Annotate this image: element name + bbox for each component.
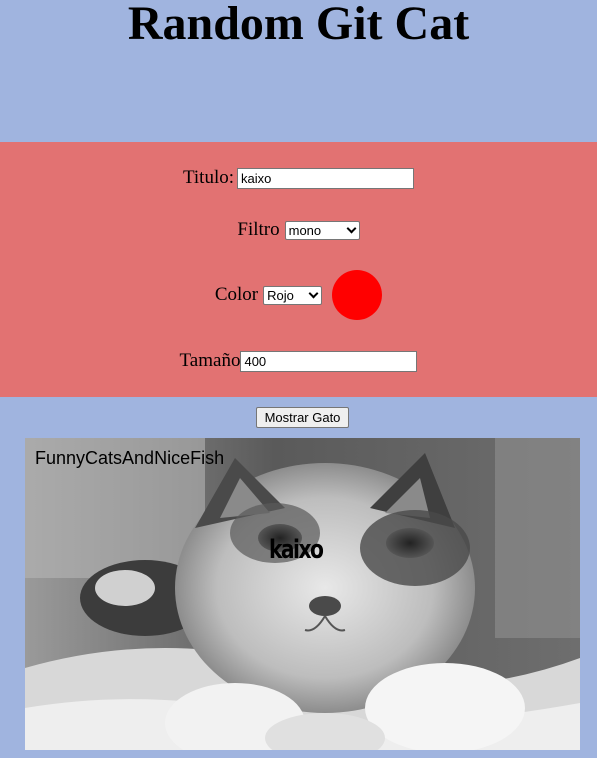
titulo-row: Titulo: kaixo xyxy=(0,167,597,189)
color-selected-value: Rojo xyxy=(267,287,294,303)
settings-panel: Titulo: kaixo Filtro mono Color Rojo Tam… xyxy=(0,142,597,397)
filtro-label: Filtro xyxy=(237,219,280,240)
filtro-select[interactable]: mono xyxy=(284,220,360,240)
chevron-down-icon xyxy=(308,290,318,300)
tamano-label: Tamaño xyxy=(179,350,241,371)
color-row: Color Rojo xyxy=(0,270,597,320)
color-swatch xyxy=(332,270,383,320)
color-label: Color xyxy=(214,284,259,305)
color-select[interactable]: Rojo xyxy=(263,285,323,305)
cat-image: FunnyCatsAndNiceFish kaixo xyxy=(25,438,580,750)
tamano-input[interactable]: 400 xyxy=(240,350,418,372)
cat-photo xyxy=(25,438,580,750)
filtro-row: Filtro mono xyxy=(0,219,597,241)
cat-caption: kaixo xyxy=(269,535,324,565)
show-cat-button[interactable]: Mostrar Gato xyxy=(256,407,349,428)
page-title: Random Git Cat xyxy=(127,0,470,50)
titulo-input[interactable]: kaixo xyxy=(237,167,415,189)
chevron-down-icon xyxy=(346,225,356,235)
brand-watermark: FunnyCatsAndNiceFish xyxy=(35,448,225,468)
tamano-row: Tamaño 400 xyxy=(0,350,597,372)
titulo-label: Titulo: xyxy=(182,167,235,188)
filtro-selected-value: mono xyxy=(288,222,322,238)
